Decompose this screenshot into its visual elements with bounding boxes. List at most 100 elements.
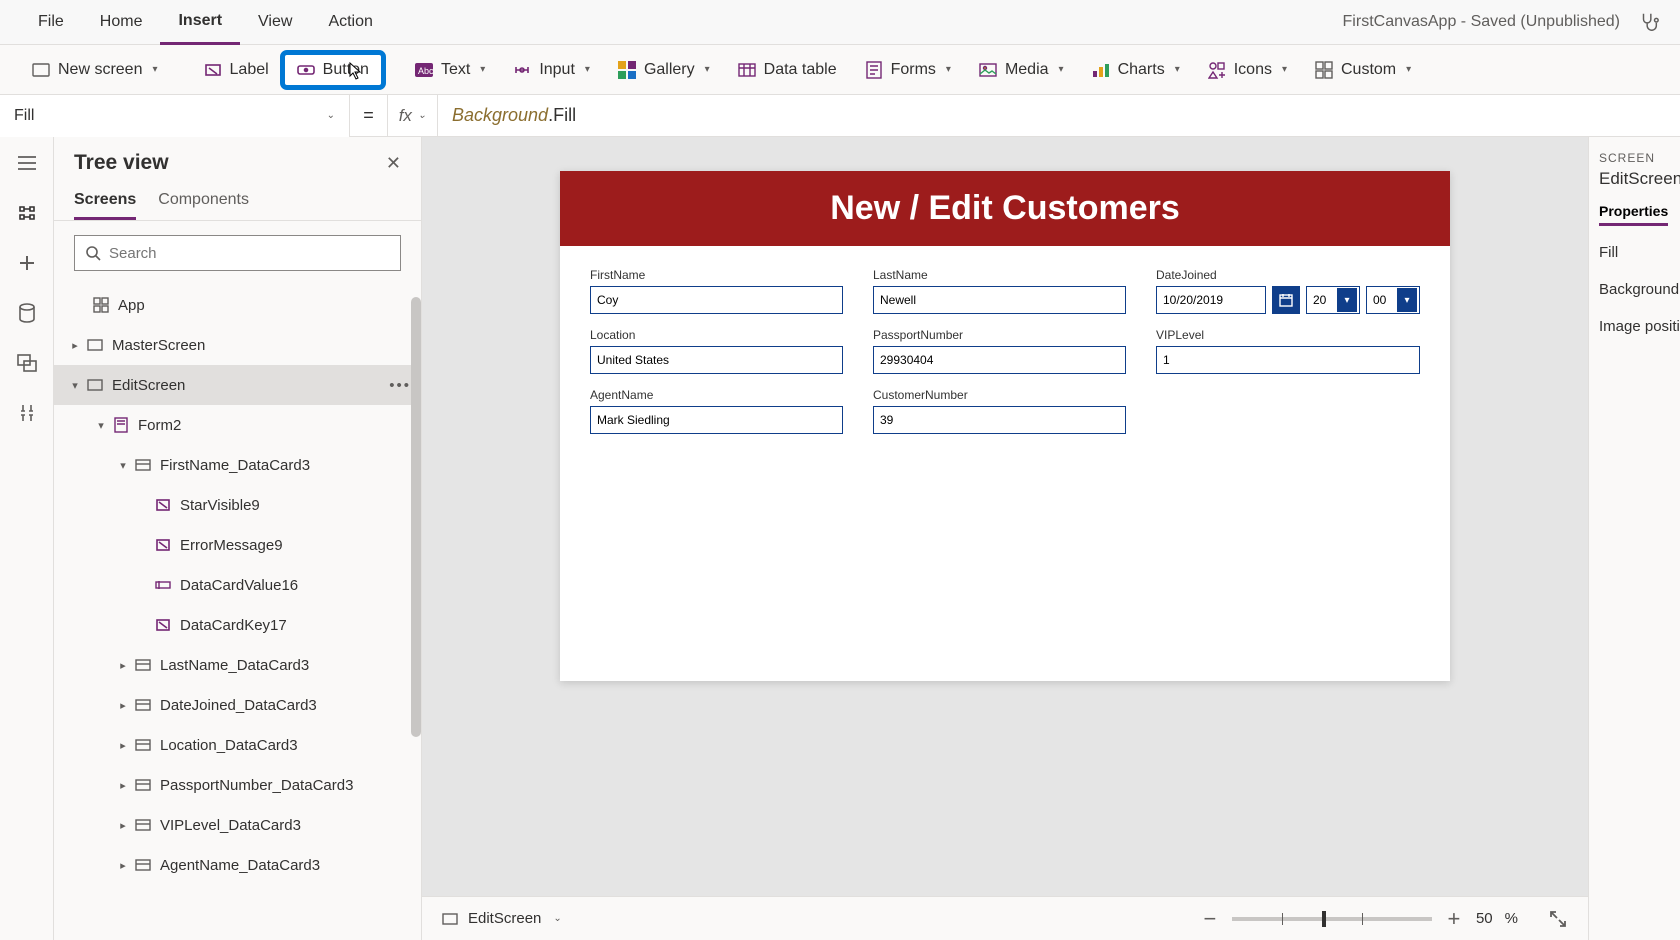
chevron-right-icon[interactable]: ▸ — [116, 859, 130, 872]
tree-node-app[interactable]: App — [54, 285, 421, 325]
close-icon[interactable]: ✕ — [386, 153, 401, 174]
field-lastname: LastName — [873, 268, 1126, 314]
prop-fill[interactable]: Fill — [1599, 244, 1670, 261]
prop-image-position[interactable]: Image positi — [1599, 318, 1670, 335]
chevron-down-icon[interactable]: ▾ — [68, 379, 82, 392]
button-button[interactable]: Button — [285, 55, 381, 85]
datacard-icon — [134, 736, 152, 754]
advanced-tools-icon[interactable] — [15, 401, 39, 425]
lastname-input[interactable] — [873, 286, 1126, 314]
property-selector[interactable]: Fill ⌄ — [0, 95, 350, 137]
tree-node-viplevel-datacard[interactable]: ▸ VIPLevel_DataCard3 — [54, 805, 421, 845]
tree-label: LastName_DataCard3 — [160, 657, 309, 674]
tab-properties[interactable]: Properties — [1599, 203, 1668, 226]
tree-node-datacardvalue16[interactable]: DataCardValue16 — [54, 565, 421, 605]
chevron-down-icon: ▾ — [1406, 64, 1411, 75]
menu-view[interactable]: View — [240, 0, 310, 45]
hamburger-icon[interactable] — [15, 151, 39, 175]
field-passport: PassportNumber — [873, 328, 1126, 374]
chevron-right-icon[interactable]: ▸ — [116, 739, 130, 752]
data-icon[interactable] — [15, 301, 39, 325]
tree-node-starvisible9[interactable]: StarVisible9 — [54, 485, 421, 525]
formula-input[interactable]: Background.Fill — [438, 105, 1680, 126]
chevron-right-icon[interactable]: ▸ — [116, 819, 130, 832]
firstname-input[interactable] — [590, 286, 843, 314]
chevron-down-icon[interactable]: ▾ — [116, 459, 130, 472]
tree-label: DataCardKey17 — [180, 617, 287, 634]
tree-node-editscreen[interactable]: ▾ EditScreen ••• — [54, 365, 421, 405]
zoom-slider[interactable] — [1232, 917, 1432, 921]
hour-select[interactable]: 20▾ — [1306, 286, 1360, 314]
screen-select-icon[interactable] — [442, 913, 458, 925]
text-button[interactable]: Abc Text ▾ — [403, 55, 497, 85]
tree-search[interactable] — [74, 235, 401, 271]
media-icon — [979, 61, 997, 79]
charts-button[interactable]: Charts ▾ — [1080, 55, 1192, 85]
app-checker-icon[interactable] — [1638, 11, 1660, 33]
chevron-right-icon[interactable]: ▸ — [116, 779, 130, 792]
tree-node-masterscreen[interactable]: ▸ MasterScreen — [54, 325, 421, 365]
cursor-icon — [349, 62, 363, 80]
menu-file[interactable]: File — [20, 0, 82, 45]
tree-node-datacardkey17[interactable]: DataCardKey17 — [54, 605, 421, 645]
more-icon[interactable]: ••• — [389, 377, 411, 394]
datatable-button[interactable]: Data table — [726, 55, 849, 85]
zoom-out-button[interactable]: − — [1200, 906, 1220, 932]
properties-panel: SCREEN EditScreen Properties Fill Backgr… — [1588, 137, 1680, 940]
search-input[interactable] — [109, 245, 390, 262]
chevron-down-icon: ⌄ — [418, 110, 426, 121]
calendar-icon[interactable] — [1272, 286, 1300, 314]
label-icon — [154, 536, 172, 554]
viplevel-input[interactable] — [1156, 346, 1420, 374]
input-button[interactable]: Input ▾ — [501, 55, 602, 85]
media-label: Media — [1005, 61, 1049, 79]
media-panel-icon[interactable] — [15, 351, 39, 375]
chevron-right-icon[interactable]: ▸ — [116, 699, 130, 712]
new-screen-button[interactable]: New screen ▾ — [20, 55, 170, 85]
formula-token-object: Background — [452, 105, 548, 125]
custom-button[interactable]: Custom ▾ — [1303, 55, 1423, 85]
fx-button[interactable]: fx ⌄ — [388, 95, 438, 137]
prop-background[interactable]: Background — [1599, 281, 1670, 298]
input-icon — [513, 61, 531, 79]
media-button[interactable]: Media ▾ — [967, 55, 1076, 85]
chevron-right-icon[interactable]: ▸ — [68, 339, 82, 352]
app-screen-preview[interactable]: New / Edit Customers FirstName LastName … — [560, 171, 1450, 681]
forms-button[interactable]: Forms ▾ — [853, 55, 963, 85]
tree-view-icon[interactable] — [15, 201, 39, 225]
tree-node-datejoined-datacard[interactable]: ▸ DateJoined_DataCard3 — [54, 685, 421, 725]
insert-icon[interactable] — [15, 251, 39, 275]
chevron-down-icon[interactable]: ⌄ — [553, 913, 561, 924]
minute-select[interactable]: 00▾ — [1366, 286, 1420, 314]
passport-input[interactable] — [873, 346, 1126, 374]
menu-home[interactable]: Home — [82, 0, 161, 45]
chevron-down-icon: ▾ — [152, 64, 157, 75]
tree-node-form2[interactable]: ▾ Form2 — [54, 405, 421, 445]
icons-button[interactable]: Icons ▾ — [1196, 55, 1299, 85]
datacard-icon — [134, 816, 152, 834]
zoom-in-button[interactable]: + — [1444, 906, 1464, 932]
agentname-input[interactable] — [590, 406, 843, 434]
tree-node-location-datacard[interactable]: ▸ Location_DataCard3 — [54, 725, 421, 765]
tree-node-firstname-datacard[interactable]: ▾ FirstName_DataCard3 — [54, 445, 421, 485]
fullscreen-icon[interactable] — [1548, 909, 1568, 929]
tree-node-errormessage9[interactable]: ErrorMessage9 — [54, 525, 421, 565]
location-input[interactable] — [590, 346, 843, 374]
tab-screens[interactable]: Screens — [74, 183, 136, 220]
date-input[interactable] — [1156, 286, 1266, 314]
tree-node-lastname-datacard[interactable]: ▸ LastName_DataCard3 — [54, 645, 421, 685]
tab-components[interactable]: Components — [158, 183, 249, 220]
fx-label: fx — [399, 106, 412, 126]
tree-node-agentname-datacard[interactable]: ▸ AgentName_DataCard3 — [54, 845, 421, 885]
menu-action[interactable]: Action — [310, 0, 390, 45]
menu-insert[interactable]: Insert — [160, 0, 240, 45]
gallery-button[interactable]: Gallery ▾ — [606, 55, 722, 85]
label-button[interactable]: Label — [192, 55, 281, 85]
minute-value: 00 — [1373, 293, 1386, 307]
chevron-right-icon[interactable]: ▸ — [116, 659, 130, 672]
tree-label: PassportNumber_DataCard3 — [160, 777, 353, 794]
scrollbar-thumb[interactable] — [411, 297, 421, 737]
customernumber-input[interactable] — [873, 406, 1126, 434]
tree-node-passport-datacard[interactable]: ▸ PassportNumber_DataCard3 — [54, 765, 421, 805]
chevron-down-icon[interactable]: ▾ — [94, 419, 108, 432]
